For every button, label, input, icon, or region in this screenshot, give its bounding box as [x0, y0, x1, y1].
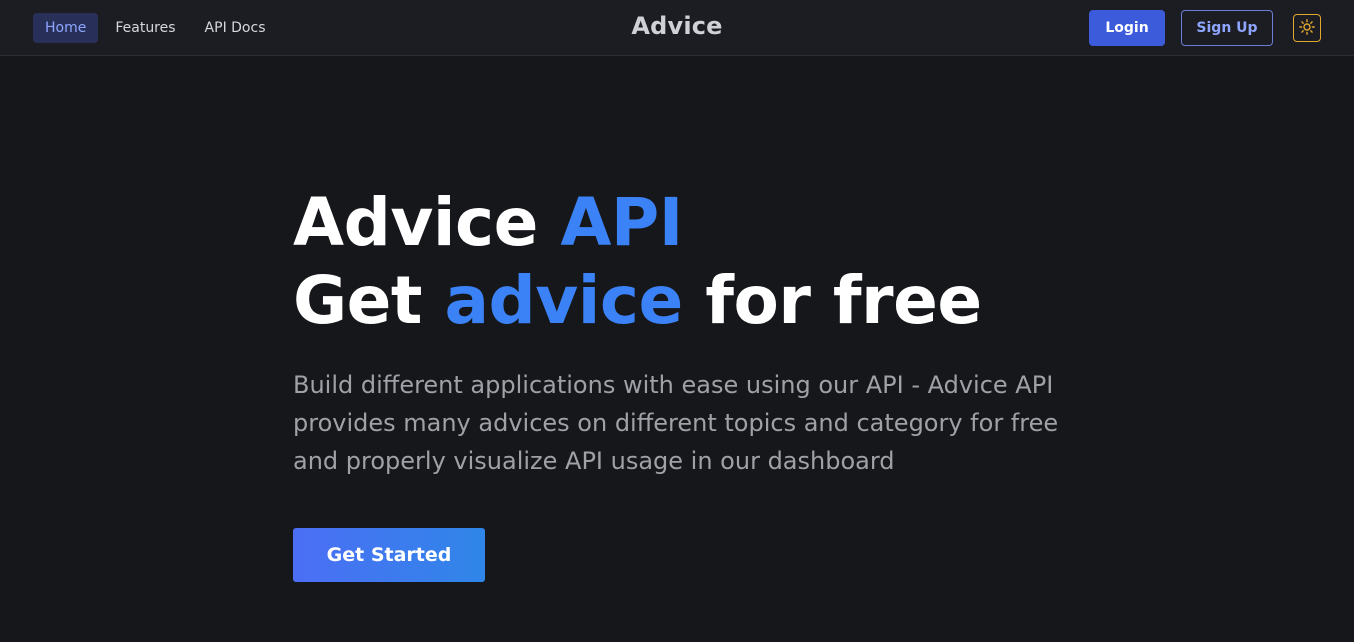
- nav-actions: Login Sign Up: [1089, 10, 1321, 46]
- signup-button[interactable]: Sign Up: [1181, 10, 1273, 46]
- hero-title-text: for free: [682, 262, 982, 339]
- hero-title-text: Advice: [293, 184, 561, 261]
- sun-icon: [1299, 18, 1315, 38]
- hero-section: Advice API Get advice for free Build dif…: [293, 184, 1093, 582]
- theme-toggle-button[interactable]: [1293, 14, 1321, 42]
- hero-title-line-1: Advice API: [293, 184, 1093, 262]
- top-navbar: Home Features API Docs Advice Login Sign…: [0, 0, 1354, 56]
- hero-title-accent: advice: [444, 262, 683, 339]
- get-started-button[interactable]: Get Started: [293, 528, 485, 582]
- login-button[interactable]: Login: [1089, 10, 1165, 46]
- hero-description: Build different applications with ease u…: [293, 371, 1059, 475]
- hero-title-line-2: Get advice for free: [293, 262, 1093, 340]
- hero-title-accent: API: [560, 184, 683, 261]
- hero-title-text: Get: [293, 262, 445, 339]
- hero-title: Advice API Get advice for free: [293, 184, 1093, 340]
